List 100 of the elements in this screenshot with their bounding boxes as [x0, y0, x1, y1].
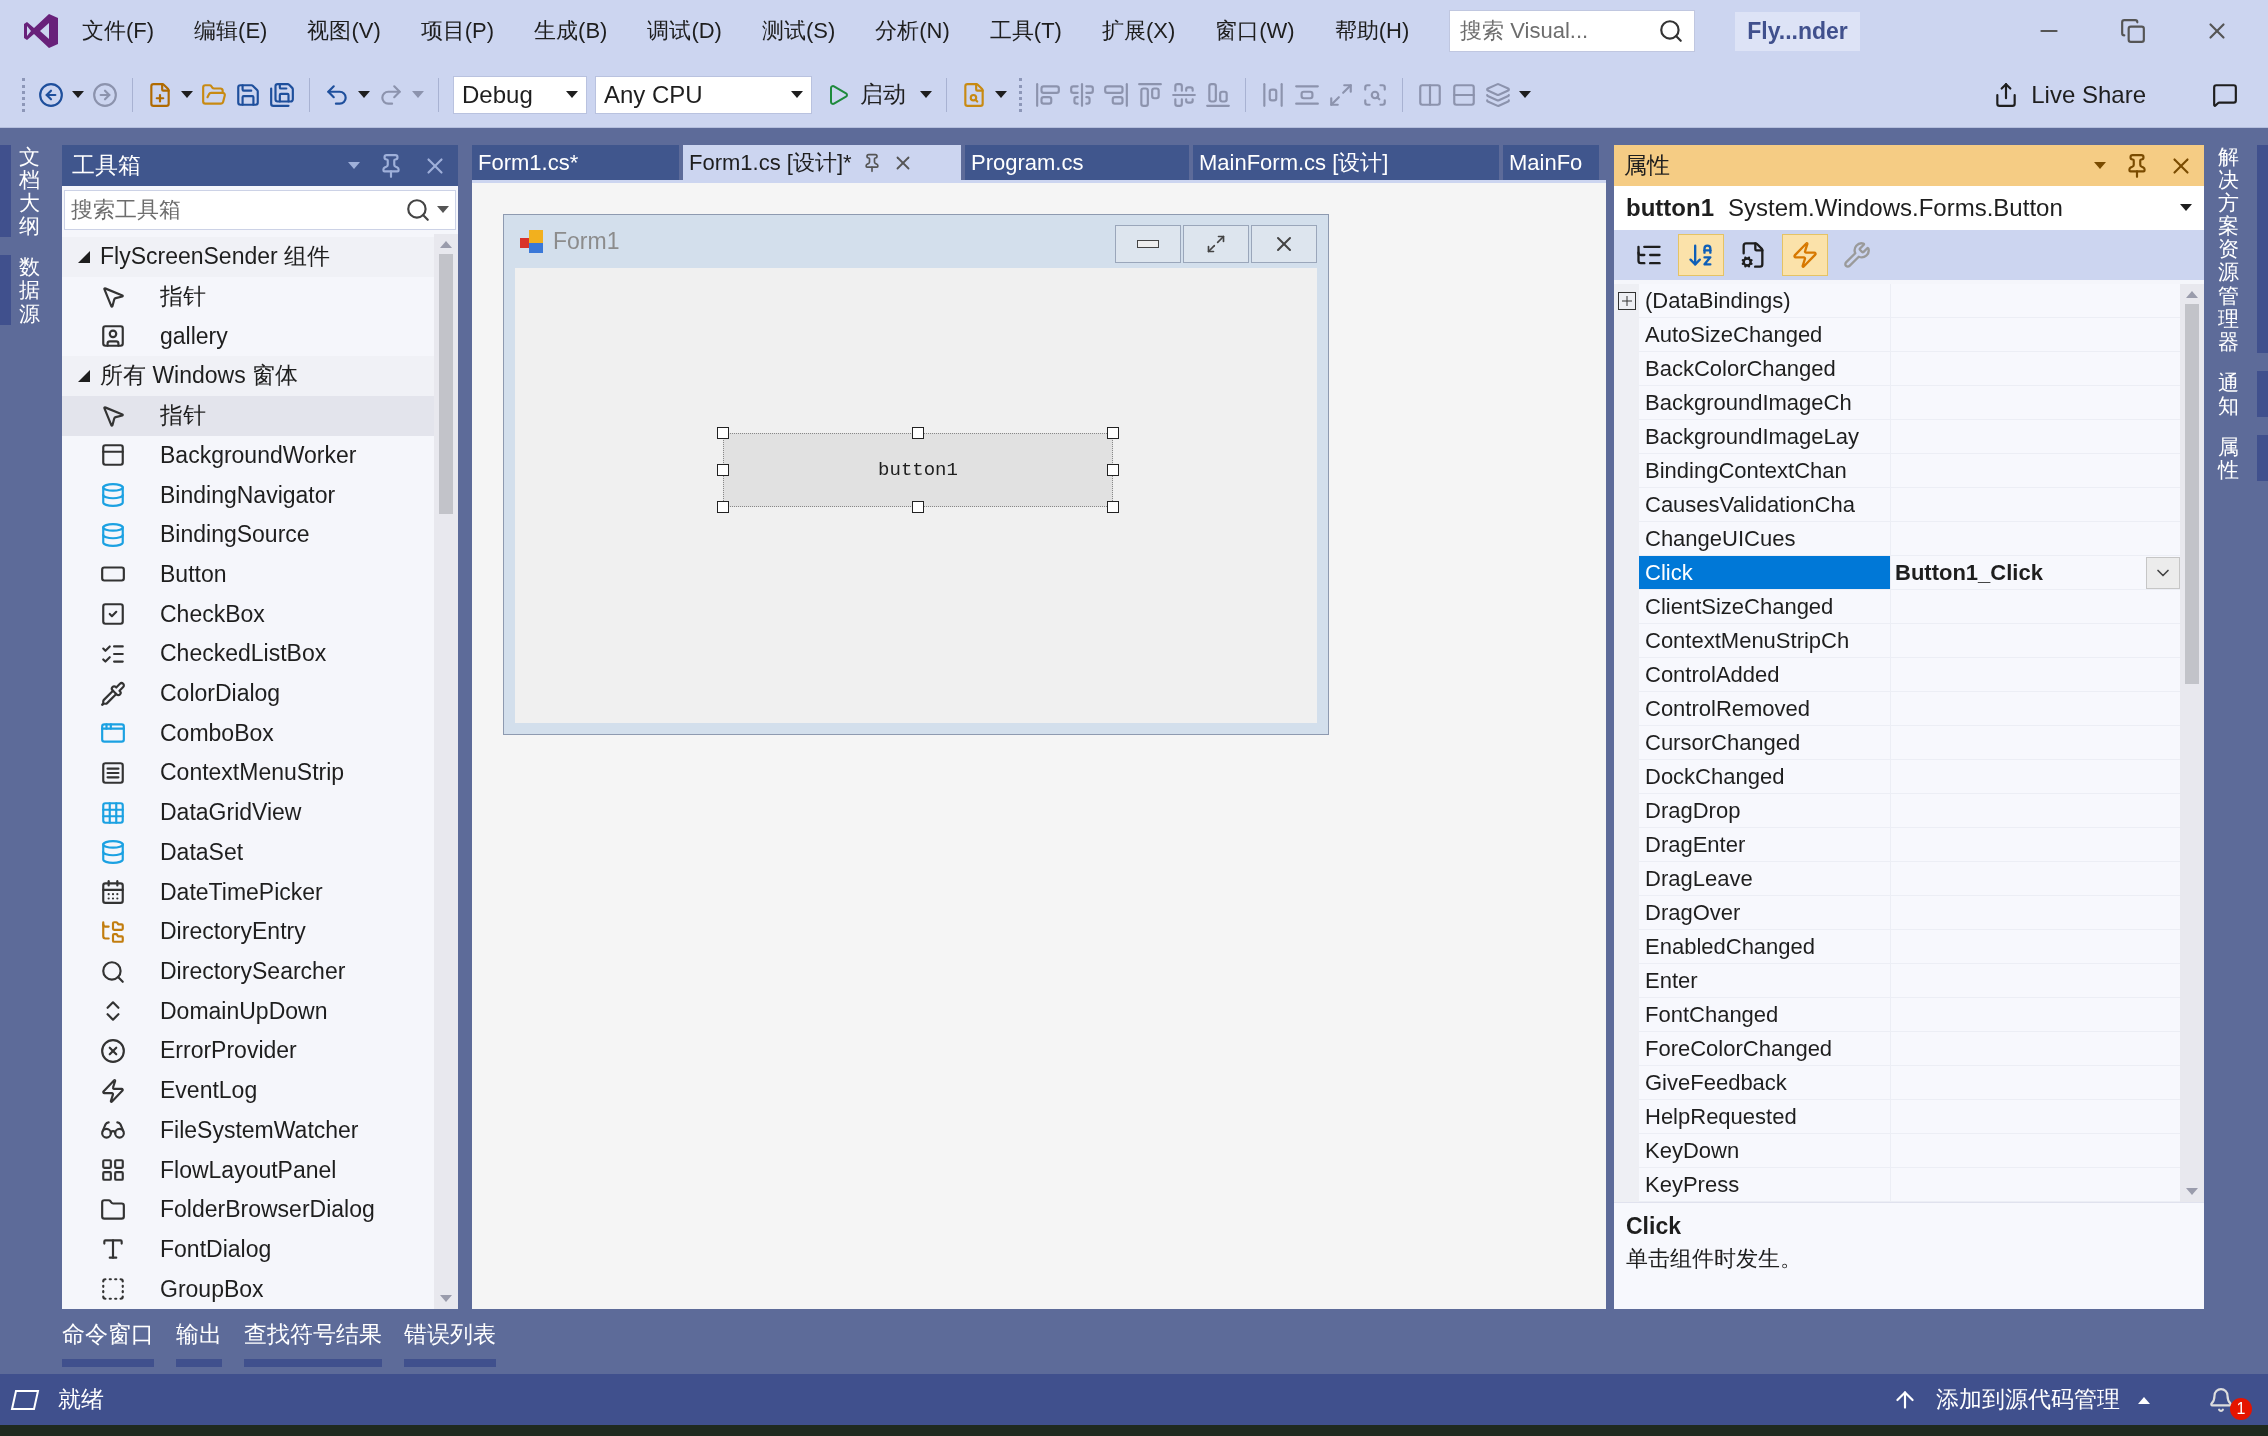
- toolbox-item[interactable]: 指针: [62, 395, 434, 436]
- menu-item[interactable]: 测试(S): [761, 16, 836, 46]
- property-name[interactable]: AutoSizeChanged: [1639, 318, 1891, 351]
- collapse-icon[interactable]: [78, 369, 90, 382]
- menu-item[interactable]: 文件(F): [82, 16, 155, 46]
- menu-item[interactable]: 分析(N): [875, 16, 950, 46]
- property-name[interactable]: DragOver: [1639, 896, 1891, 929]
- resize-handle[interactable]: [912, 501, 924, 513]
- toolbox-item[interactable]: EventLog: [62, 1070, 434, 1111]
- property-name[interactable]: EnabledChanged: [1639, 930, 1891, 963]
- document-tab[interactable]: MainFo: [1503, 145, 1599, 180]
- scrollbar-thumb[interactable]: [2185, 304, 2199, 684]
- form-button[interactable]: button1: [723, 433, 1113, 507]
- property-name[interactable]: BackgroundImageLay: [1639, 420, 1891, 453]
- source-control-button[interactable]: 添加到源代码管理: [1936, 1384, 2120, 1415]
- side-tab[interactable]: 解决方案资源管理器: [2208, 145, 2268, 353]
- caret-icon[interactable]: [437, 206, 449, 214]
- caret-icon[interactable]: [2180, 204, 2192, 212]
- toolbox-item[interactable]: gallery: [62, 316, 434, 357]
- toolbox-item[interactable]: DirectorySearcher: [62, 951, 434, 992]
- menu-item[interactable]: 窗口(W): [1215, 16, 1295, 46]
- toolbox-item[interactable]: FlowLayoutPanel: [62, 1150, 434, 1190]
- restore-icon[interactable]: [2120, 18, 2146, 44]
- property-name[interactable]: CursorChanged: [1639, 726, 1891, 759]
- save-icon[interactable]: [235, 81, 261, 108]
- toolbox-item[interactable]: ContextMenuStrip: [62, 753, 434, 793]
- property-name[interactable]: ChangeUICues: [1639, 522, 1891, 555]
- menu-item[interactable]: 帮助(H): [1334, 16, 1410, 46]
- live-share-button[interactable]: Live Share: [1983, 76, 2156, 113]
- property-name[interactable]: DragEnter: [1639, 828, 1891, 861]
- menu-item[interactable]: 视图(V): [307, 16, 381, 46]
- property-name[interactable]: (DataBindings): [1639, 284, 1891, 317]
- chat-icon[interactable]: [2212, 81, 2238, 108]
- property-name[interactable]: ForeColorChanged: [1639, 1032, 1891, 1065]
- toolbox-item[interactable]: DateTimePicker: [62, 872, 434, 912]
- save-all-icon[interactable]: [269, 81, 295, 108]
- toolbox-item[interactable]: ComboBox: [62, 713, 434, 754]
- property-value[interactable]: Button1_Click: [1895, 559, 2043, 586]
- minimize-button[interactable]: [1115, 224, 1181, 263]
- toolbox-item[interactable]: BindingSource: [62, 514, 434, 555]
- back-icon[interactable]: [38, 81, 64, 108]
- property-name[interactable]: BackColorChanged: [1639, 352, 1891, 385]
- property-name[interactable]: DragLeave: [1639, 862, 1891, 895]
- property-name[interactable]: Click: [1639, 556, 1891, 589]
- view-button[interactable]: [1678, 234, 1724, 276]
- menu-item[interactable]: 生成(B): [534, 16, 608, 46]
- side-tab[interactable]: 属性: [2208, 435, 2268, 482]
- search-field[interactable]: 搜索工具箱: [64, 190, 456, 230]
- resize-handle[interactable]: [1107, 427, 1119, 439]
- property-name[interactable]: KeyPress: [1639, 1168, 1891, 1201]
- property-name[interactable]: CausesValidationCha: [1639, 488, 1891, 521]
- toolbox-item[interactable]: 指针: [62, 276, 434, 317]
- property-name[interactable]: ControlAdded: [1639, 658, 1891, 691]
- search-field[interactable]: 搜索 Visual...: [1449, 10, 1696, 52]
- resize-handle[interactable]: [1107, 464, 1119, 476]
- document-tab[interactable]: Form1.cs [设计]*: [683, 145, 961, 180]
- new-file-icon[interactable]: [147, 81, 173, 108]
- property-name[interactable]: KeyDown: [1639, 1134, 1891, 1167]
- caret-icon[interactable]: [181, 90, 193, 99]
- resize-handle[interactable]: [717, 501, 729, 513]
- toolbox-item[interactable]: CheckedListBox: [62, 634, 434, 674]
- toolbox-item[interactable]: FolderBrowserDialog: [62, 1189, 434, 1230]
- menu-item[interactable]: 编辑(E): [194, 16, 268, 46]
- property-name[interactable]: ClientSizeChanged: [1639, 590, 1891, 623]
- caret-icon[interactable]: [2138, 1395, 2150, 1404]
- toolbox-item[interactable]: BindingNavigator: [62, 475, 434, 515]
- property-name[interactable]: BindingContextChan: [1639, 454, 1891, 487]
- toolbox-item[interactable]: ColorDialog: [62, 673, 434, 714]
- property-name[interactable]: DragDrop: [1639, 794, 1891, 827]
- toolbox-item[interactable]: DirectoryEntry: [62, 911, 434, 952]
- property-name[interactable]: ContextMenuStripCh: [1639, 624, 1891, 657]
- search-icon[interactable]: [405, 197, 431, 223]
- scrollbar-thumb[interactable]: [439, 254, 453, 514]
- property-name[interactable]: GiveFeedback: [1639, 1066, 1891, 1099]
- menu-item[interactable]: 项目(P): [420, 16, 495, 46]
- logo-icon[interactable]: [22, 12, 60, 50]
- resize-handle[interactable]: [912, 427, 924, 439]
- menu-item[interactable]: 调试(D): [647, 16, 722, 46]
- close-button[interactable]: [1251, 224, 1317, 263]
- caret-icon[interactable]: [358, 90, 370, 99]
- scrollbar[interactable]: [434, 234, 458, 1309]
- configuration-dropdown[interactable]: Debug: [453, 75, 587, 114]
- toolbox-item[interactable]: GroupBox: [62, 1269, 434, 1309]
- document-tab[interactable]: Form1.cs*: [472, 145, 679, 180]
- caret-icon[interactable]: [920, 90, 932, 99]
- property-name[interactable]: HelpRequested: [1639, 1100, 1891, 1133]
- menu-item[interactable]: 工具(T): [989, 16, 1062, 46]
- object-selector[interactable]: button1 System.Windows.Forms.Button: [1614, 186, 2204, 230]
- toolbox-item[interactable]: DataGridView: [62, 792, 434, 833]
- property-name[interactable]: DockChanged: [1639, 760, 1891, 793]
- resize-handle[interactable]: [1107, 501, 1119, 513]
- toolbox-item[interactable]: BackgroundWorker: [62, 435, 434, 476]
- resize-handle[interactable]: [717, 464, 729, 476]
- menu-item[interactable]: 扩展(X): [1101, 16, 1176, 46]
- property-name[interactable]: BackgroundImageCh: [1639, 386, 1891, 419]
- toolbox-group[interactable]: FlyScreenSender 组件: [62, 237, 434, 277]
- document-tab[interactable]: Program.cs: [965, 145, 1189, 180]
- toolbox-item[interactable]: FileSystemWatcher: [62, 1110, 434, 1151]
- property-name[interactable]: Enter: [1639, 964, 1891, 997]
- resize-handle[interactable]: [717, 427, 729, 439]
